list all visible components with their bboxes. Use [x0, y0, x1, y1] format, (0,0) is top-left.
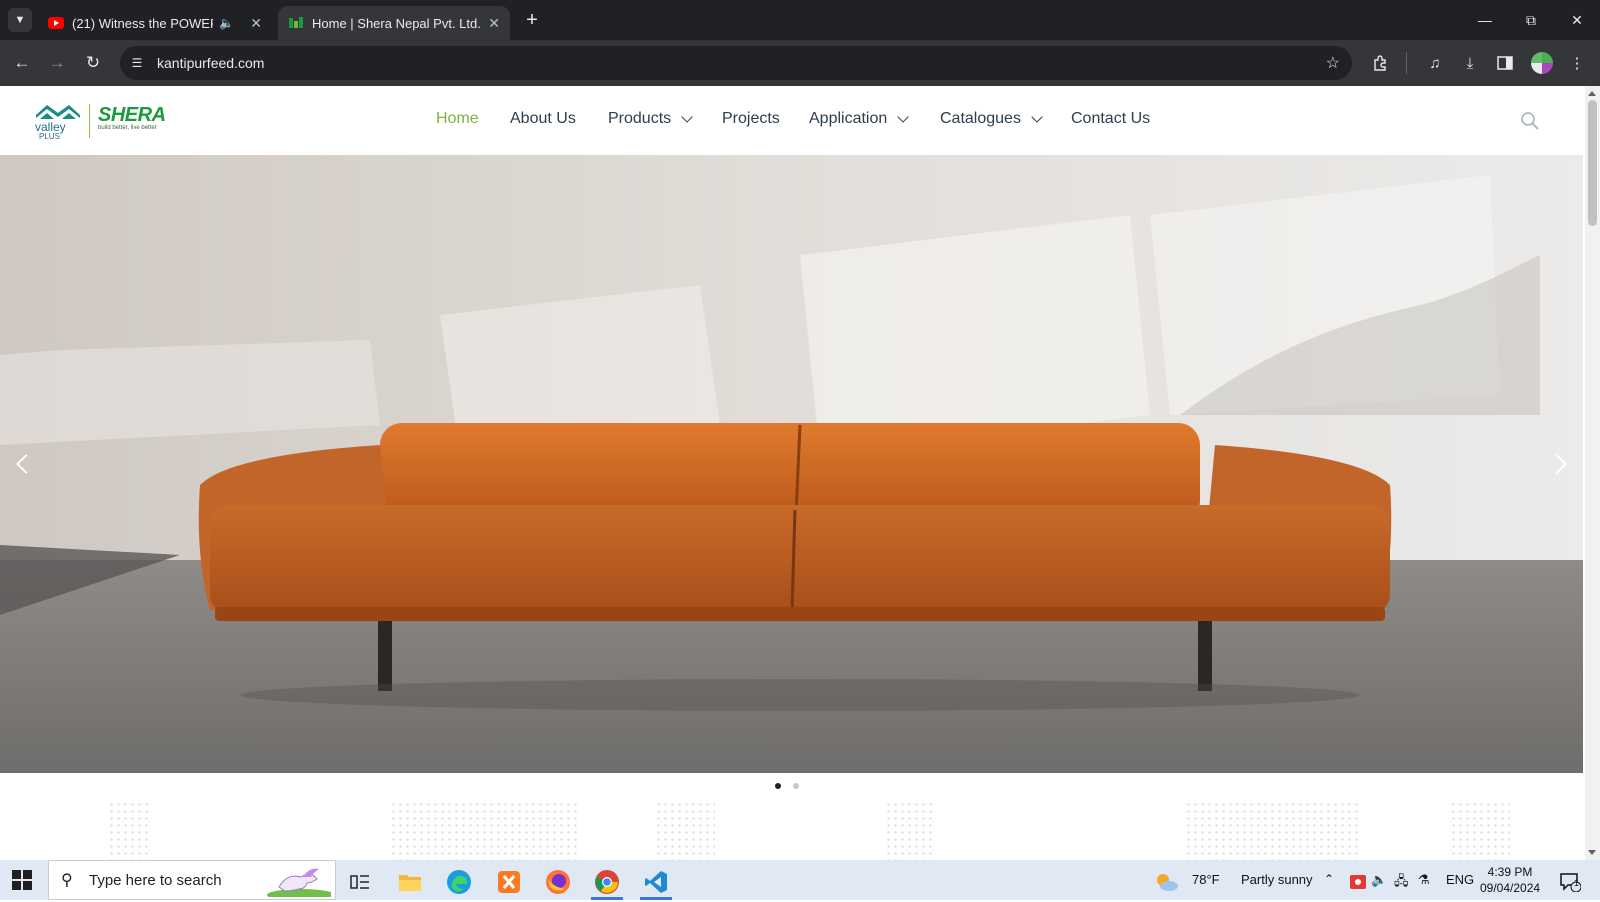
media-controls-icon[interactable]: ♫: [1424, 52, 1446, 74]
toolbar-divider: [1406, 52, 1407, 74]
nav-products[interactable]: Products: [608, 110, 693, 128]
xampp-icon[interactable]: [489, 864, 529, 900]
taskbar-search-placeholder: Type here to search: [89, 871, 222, 889]
slider-pagination: [775, 783, 799, 789]
nav-label: Application: [809, 110, 888, 127]
restore-button[interactable]: ⧉: [1508, 0, 1554, 40]
decorative-dot-pattern: [390, 801, 580, 860]
weather-description[interactable]: Partly sunny: [1241, 872, 1313, 887]
side-panel-icon[interactable]: [1494, 52, 1516, 74]
notification-center-icon[interactable]: 1: [1550, 864, 1590, 900]
hero-slide-image: [0, 155, 1583, 773]
scrollbar-thumb[interactable]: [1588, 100, 1597, 226]
chevron-up-icon[interactable]: ⌃: [1324, 872, 1334, 886]
tab-title: Home | Shera Nepal Pvt. Ltd.: [312, 15, 481, 31]
bookmark-star-icon[interactable]: ☆: [1326, 53, 1340, 73]
vscode-icon[interactable]: [636, 864, 676, 900]
tab-youtube[interactable]: (21) Witness the POWER of 🔈 ✕: [38, 6, 272, 40]
main-navigation: Home About Us Products Projects Applicat…: [0, 86, 1585, 155]
address-bar[interactable]: ☰ kantipurfeed.com ☆: [120, 46, 1352, 80]
windows-start-icon[interactable]: [12, 870, 32, 890]
system-clock[interactable]: 4:39 PM 09/04/2024: [1480, 864, 1540, 896]
tab-title: (21) Witness the POWER of: [72, 15, 213, 31]
slider-next-button[interactable]: [1545, 444, 1575, 484]
speaker-icon[interactable]: 🔈: [219, 16, 234, 30]
menu-kebab-icon[interactable]: ⋮: [1566, 52, 1588, 74]
downloads-icon[interactable]: ⤓: [1459, 52, 1481, 74]
chrome-icon[interactable]: [587, 864, 627, 900]
edge-icon[interactable]: [439, 864, 479, 900]
clock-time: 4:39 PM: [1487, 865, 1533, 879]
nav-label: Products: [608, 110, 672, 127]
browser-toolbar: ← → ↻ ☰ kantipurfeed.com ☆ ♫ ⤓ ⋮: [0, 40, 1600, 86]
forward-button[interactable]: →: [44, 50, 70, 76]
reload-button[interactable]: ↻: [80, 50, 106, 76]
tab-shera[interactable]: Home | Shera Nepal Pvt. Ltd. ✕: [278, 6, 510, 40]
nav-projects[interactable]: Projects: [722, 110, 780, 128]
nav-catalogues[interactable]: Catalogues: [940, 110, 1043, 128]
chevron-right-icon: [1547, 454, 1567, 474]
chevron-down-icon: [1031, 110, 1043, 123]
task-view-icon[interactable]: [340, 864, 380, 900]
file-explorer-icon[interactable]: [390, 864, 430, 900]
web-page: valley PLUS SHERA build better, live bet…: [0, 86, 1585, 860]
slider-prev-button[interactable]: [8, 444, 38, 484]
profile-avatar[interactable]: [1531, 52, 1553, 74]
nav-contact-us[interactable]: Contact Us: [1071, 110, 1150, 128]
taskbar-search-box[interactable]: ⚲ Type here to search: [48, 860, 336, 901]
tray-app-icon[interactable]: [1348, 864, 1368, 900]
browser-tab-bar: ▼ (21) Witness the POWER of 🔈 ✕ Home | S…: [0, 0, 1600, 40]
hero-slider[interactable]: [0, 155, 1583, 773]
nav-application[interactable]: Application: [809, 110, 909, 128]
language-indicator[interactable]: ENG: [1446, 872, 1474, 887]
site-header: valley PLUS SHERA build better, live bet…: [0, 86, 1585, 155]
new-tab-button[interactable]: +: [520, 8, 544, 32]
nav-label: Contact Us: [1071, 110, 1151, 127]
search-icon[interactable]: [1520, 111, 1540, 131]
chevron-down-icon: [897, 110, 909, 123]
tab-search-button[interactable]: ▼: [8, 8, 32, 32]
close-tab-icon[interactable]: ✕: [250, 15, 262, 32]
nav-label: Home: [436, 110, 479, 127]
notification-count: 1: [1574, 878, 1580, 888]
clock-date: 09/04/2024: [1480, 881, 1541, 895]
scroll-down-arrow[interactable]: [1588, 850, 1596, 855]
nav-label: Projects: [722, 110, 780, 127]
decorative-dot-pattern: [1450, 801, 1510, 860]
shera-favicon: [288, 15, 304, 31]
nav-home[interactable]: Home: [436, 110, 479, 128]
weather-partly-sunny-icon[interactable]: [1150, 864, 1182, 900]
network-icon[interactable]: 🖧: [1394, 872, 1409, 894]
extensions-icon[interactable]: [1369, 52, 1391, 74]
nav-label: Catalogues: [940, 110, 1021, 127]
decorative-dot-pattern: [108, 801, 148, 860]
chevron-down-icon: [681, 110, 693, 123]
decorative-dot-pattern: [655, 801, 715, 860]
close-window-button[interactable]: ✕: [1554, 0, 1600, 40]
nav-about-us[interactable]: About Us: [510, 110, 576, 128]
search-highlight-unicorn-art: [261, 865, 335, 901]
decorative-dot-pattern: [1185, 801, 1360, 860]
decorative-dot-pattern: [885, 801, 935, 860]
site-info-icon[interactable]: ☰: [123, 49, 151, 77]
nav-label: About Us: [510, 110, 576, 127]
youtube-icon: [48, 15, 64, 31]
page-scrollbar[interactable]: [1585, 86, 1600, 860]
scroll-up-arrow[interactable]: [1588, 91, 1596, 96]
weather-temperature[interactable]: 78°F: [1192, 872, 1220, 887]
url-text[interactable]: kantipurfeed.com: [157, 55, 264, 71]
close-tab-icon[interactable]: ✕: [488, 15, 500, 32]
chevron-left-icon: [16, 454, 36, 474]
minimize-button[interactable]: —: [1462, 0, 1508, 40]
volume-icon[interactable]: 🔈: [1371, 872, 1387, 888]
meet-now-icon[interactable]: ⚗: [1418, 872, 1430, 888]
firefox-icon[interactable]: [538, 864, 578, 900]
slider-dot-1[interactable]: [775, 783, 781, 789]
back-button[interactable]: ←: [9, 50, 35, 76]
search-icon: ⚲: [61, 872, 73, 889]
windows-taskbar: ⚲ Type here to search 78°F Partly sunny …: [0, 860, 1600, 901]
slider-dot-2[interactable]: [793, 783, 799, 789]
